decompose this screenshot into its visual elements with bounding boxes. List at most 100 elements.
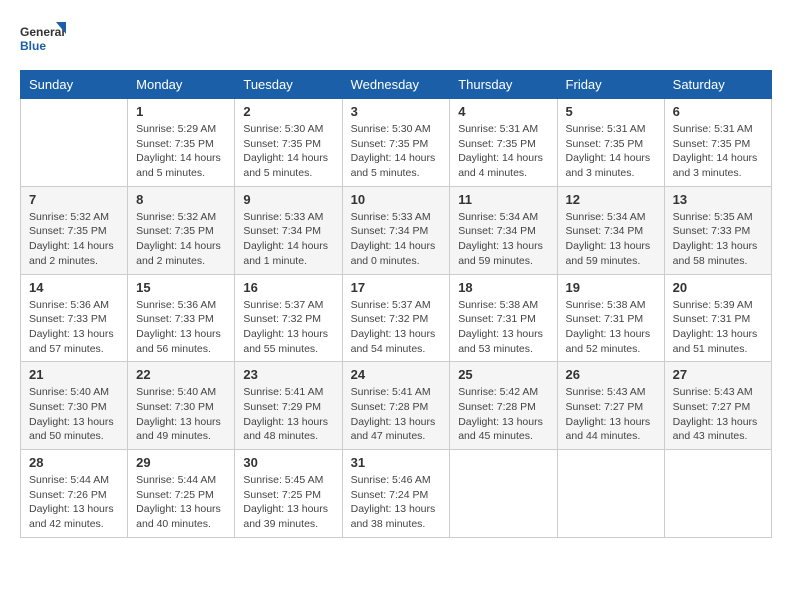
week-row-1: 1 Sunrise: 5:29 AM Sunset: 7:35 PM Daylig… <box>21 99 772 187</box>
calendar-cell: 1 Sunrise: 5:29 AM Sunset: 7:35 PM Daylig… <box>128 99 235 187</box>
day-info: Sunrise: 5:31 AM Sunset: 7:35 PM Dayligh… <box>566 122 656 181</box>
day-info: Sunrise: 5:45 AM Sunset: 7:25 PM Dayligh… <box>243 473 333 532</box>
svg-text:General: General <box>20 25 65 39</box>
day-number: 15 <box>136 280 226 295</box>
day-number: 2 <box>243 104 333 119</box>
day-number: 1 <box>136 104 226 119</box>
day-number: 29 <box>136 455 226 470</box>
day-info: Sunrise: 5:33 AM Sunset: 7:34 PM Dayligh… <box>351 210 442 269</box>
week-row-5: 28 Sunrise: 5:44 AM Sunset: 7:26 PM Dayli… <box>21 450 772 538</box>
day-info: Sunrise: 5:37 AM Sunset: 7:32 PM Dayligh… <box>351 298 442 357</box>
calendar-cell: 11Sunrise: 5:34 AM Sunset: 7:34 PM Dayli… <box>450 186 557 274</box>
calendar-cell: 7 Sunrise: 5:32 AM Sunset: 7:35 PM Daylig… <box>21 186 128 274</box>
day-number: 18 <box>458 280 548 295</box>
day-number: 25 <box>458 367 548 382</box>
calendar-cell: 17Sunrise: 5:37 AM Sunset: 7:32 PM Dayli… <box>342 274 450 362</box>
header-day-wednesday: Wednesday <box>342 71 450 99</box>
day-number: 19 <box>566 280 656 295</box>
day-number: 10 <box>351 192 442 207</box>
calendar-cell: 19 Sunrise: 5:38 AM Sunset: 7:31 PM Dayli… <box>557 274 664 362</box>
calendar-header-row: SundayMondayTuesdayWednesdayThursdayFrid… <box>21 71 772 99</box>
calendar-cell <box>664 450 771 538</box>
day-number: 22 <box>136 367 226 382</box>
day-info: Sunrise: 5:33 AM Sunset: 7:34 PM Dayligh… <box>243 210 333 269</box>
day-info: Sunrise: 5:36 AM Sunset: 7:33 PM Dayligh… <box>29 298 119 357</box>
header-day-thursday: Thursday <box>450 71 557 99</box>
calendar-cell: 21Sunrise: 5:40 AM Sunset: 7:30 PM Dayli… <box>21 362 128 450</box>
calendar-cell: 26Sunrise: 5:43 AM Sunset: 7:27 PM Dayli… <box>557 362 664 450</box>
day-info: Sunrise: 5:34 AM Sunset: 7:34 PM Dayligh… <box>566 210 656 269</box>
day-number: 12 <box>566 192 656 207</box>
calendar-cell: 29 Sunrise: 5:44 AM Sunset: 7:25 PM Dayli… <box>128 450 235 538</box>
header-day-sunday: Sunday <box>21 71 128 99</box>
day-info: Sunrise: 5:34 AM Sunset: 7:34 PM Dayligh… <box>458 210 548 269</box>
day-number: 20 <box>673 280 763 295</box>
day-number: 3 <box>351 104 442 119</box>
day-info: Sunrise: 5:46 AM Sunset: 7:24 PM Dayligh… <box>351 473 442 532</box>
day-info: Sunrise: 5:35 AM Sunset: 7:33 PM Dayligh… <box>673 210 763 269</box>
day-number: 8 <box>136 192 226 207</box>
logo-svg: General Blue <box>20 20 70 60</box>
day-info: Sunrise: 5:36 AM Sunset: 7:33 PM Dayligh… <box>136 298 226 357</box>
day-number: 14 <box>29 280 119 295</box>
calendar-cell: 3 Sunrise: 5:30 AM Sunset: 7:35 PM Daylig… <box>342 99 450 187</box>
calendar-cell: 20 Sunrise: 5:39 AM Sunset: 7:31 PM Dayli… <box>664 274 771 362</box>
day-info: Sunrise: 5:40 AM Sunset: 7:30 PM Dayligh… <box>136 385 226 444</box>
calendar-cell: 31Sunrise: 5:46 AM Sunset: 7:24 PM Dayli… <box>342 450 450 538</box>
day-number: 27 <box>673 367 763 382</box>
day-number: 6 <box>673 104 763 119</box>
day-info: Sunrise: 5:30 AM Sunset: 7:35 PM Dayligh… <box>351 122 442 181</box>
calendar-cell: 28 Sunrise: 5:44 AM Sunset: 7:26 PM Dayli… <box>21 450 128 538</box>
logo: General Blue <box>20 20 70 60</box>
calendar-cell: 8Sunrise: 5:32 AM Sunset: 7:35 PM Daylig… <box>128 186 235 274</box>
calendar-cell: 25Sunrise: 5:42 AM Sunset: 7:28 PM Dayli… <box>450 362 557 450</box>
day-info: Sunrise: 5:43 AM Sunset: 7:27 PM Dayligh… <box>673 385 763 444</box>
header-day-monday: Monday <box>128 71 235 99</box>
calendar-cell: 13 Sunrise: 5:35 AM Sunset: 7:33 PM Dayli… <box>664 186 771 274</box>
calendar-cell: 10 Sunrise: 5:33 AM Sunset: 7:34 PM Dayli… <box>342 186 450 274</box>
calendar-cell: 27 Sunrise: 5:43 AM Sunset: 7:27 PM Dayli… <box>664 362 771 450</box>
day-number: 7 <box>29 192 119 207</box>
header-day-saturday: Saturday <box>664 71 771 99</box>
calendar-cell: 5 Sunrise: 5:31 AM Sunset: 7:35 PM Daylig… <box>557 99 664 187</box>
day-number: 9 <box>243 192 333 207</box>
day-number: 23 <box>243 367 333 382</box>
day-info: Sunrise: 5:38 AM Sunset: 7:31 PM Dayligh… <box>458 298 548 357</box>
calendar-cell: 16 Sunrise: 5:37 AM Sunset: 7:32 PM Dayli… <box>235 274 342 362</box>
calendar-cell: 23 Sunrise: 5:41 AM Sunset: 7:29 PM Dayli… <box>235 362 342 450</box>
week-row-2: 7 Sunrise: 5:32 AM Sunset: 7:35 PM Daylig… <box>21 186 772 274</box>
week-row-4: 21Sunrise: 5:40 AM Sunset: 7:30 PM Dayli… <box>21 362 772 450</box>
day-number: 16 <box>243 280 333 295</box>
day-info: Sunrise: 5:32 AM Sunset: 7:35 PM Dayligh… <box>29 210 119 269</box>
header: General Blue <box>20 20 772 60</box>
day-info: Sunrise: 5:39 AM Sunset: 7:31 PM Dayligh… <box>673 298 763 357</box>
day-info: Sunrise: 5:37 AM Sunset: 7:32 PM Dayligh… <box>243 298 333 357</box>
svg-text:Blue: Blue <box>20 39 46 53</box>
calendar-cell: 12 Sunrise: 5:34 AM Sunset: 7:34 PM Dayli… <box>557 186 664 274</box>
week-row-3: 14 Sunrise: 5:36 AM Sunset: 7:33 PM Dayli… <box>21 274 772 362</box>
day-info: Sunrise: 5:31 AM Sunset: 7:35 PM Dayligh… <box>458 122 548 181</box>
day-number: 13 <box>673 192 763 207</box>
day-info: Sunrise: 5:29 AM Sunset: 7:35 PM Dayligh… <box>136 122 226 181</box>
calendar-cell: 15 Sunrise: 5:36 AM Sunset: 7:33 PM Dayli… <box>128 274 235 362</box>
calendar-cell: 6Sunrise: 5:31 AM Sunset: 7:35 PM Daylig… <box>664 99 771 187</box>
day-info: Sunrise: 5:30 AM Sunset: 7:35 PM Dayligh… <box>243 122 333 181</box>
calendar-cell <box>450 450 557 538</box>
calendar-body: 1 Sunrise: 5:29 AM Sunset: 7:35 PM Daylig… <box>21 99 772 538</box>
day-info: Sunrise: 5:38 AM Sunset: 7:31 PM Dayligh… <box>566 298 656 357</box>
day-info: Sunrise: 5:41 AM Sunset: 7:29 PM Dayligh… <box>243 385 333 444</box>
calendar-cell: 18 Sunrise: 5:38 AM Sunset: 7:31 PM Dayli… <box>450 274 557 362</box>
calendar-cell: 30Sunrise: 5:45 AM Sunset: 7:25 PM Dayli… <box>235 450 342 538</box>
day-number: 5 <box>566 104 656 119</box>
calendar-cell: 14 Sunrise: 5:36 AM Sunset: 7:33 PM Dayli… <box>21 274 128 362</box>
calendar-cell: 2 Sunrise: 5:30 AM Sunset: 7:35 PM Daylig… <box>235 99 342 187</box>
calendar-cell <box>21 99 128 187</box>
day-number: 4 <box>458 104 548 119</box>
day-info: Sunrise: 5:44 AM Sunset: 7:25 PM Dayligh… <box>136 473 226 532</box>
day-info: Sunrise: 5:43 AM Sunset: 7:27 PM Dayligh… <box>566 385 656 444</box>
day-info: Sunrise: 5:44 AM Sunset: 7:26 PM Dayligh… <box>29 473 119 532</box>
day-number: 28 <box>29 455 119 470</box>
calendar-cell: 22 Sunrise: 5:40 AM Sunset: 7:30 PM Dayli… <box>128 362 235 450</box>
calendar-cell: 4 Sunrise: 5:31 AM Sunset: 7:35 PM Daylig… <box>450 99 557 187</box>
calendar-cell: 9 Sunrise: 5:33 AM Sunset: 7:34 PM Daylig… <box>235 186 342 274</box>
